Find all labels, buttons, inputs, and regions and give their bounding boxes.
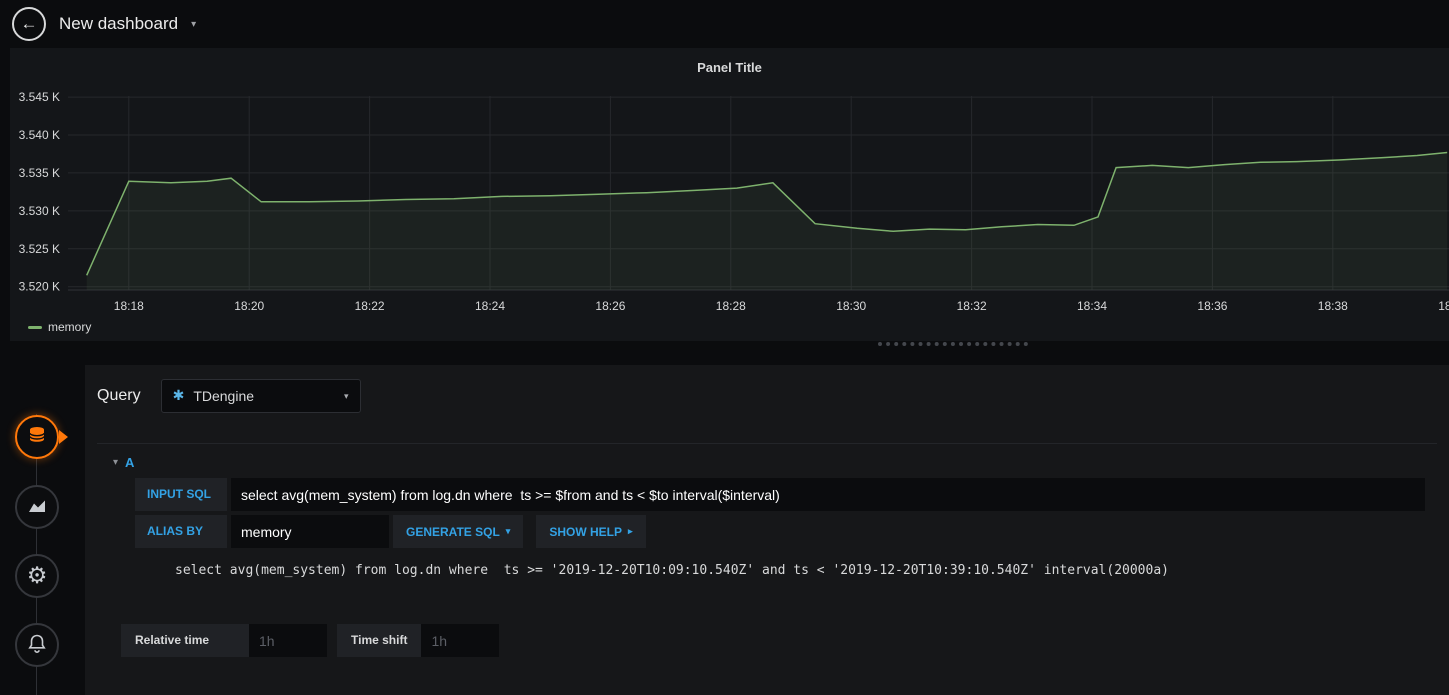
x-axis-tick-label: 18:32 — [957, 299, 987, 313]
time-shift-label: Time shift — [337, 624, 422, 657]
x-axis-tick-label: 18:20 — [234, 299, 264, 313]
input-sql-label: INPUT SQL — [135, 478, 227, 511]
collapse-caret-icon[interactable]: ▾ — [113, 457, 118, 468]
datasource-name: TDengine — [193, 388, 255, 404]
y-axis-tick-label: 3.535 K — [19, 166, 60, 180]
chevron-down-icon: ▾ — [344, 390, 349, 401]
x-axis-tick-label: 18:36 — [1197, 299, 1227, 313]
time-options-row: Relative time Time shift — [121, 624, 1437, 657]
bell-icon — [25, 632, 49, 659]
generate-sql-button[interactable]: GENERATE SQL ▾ — [393, 515, 524, 548]
show-help-label: SHOW HELP — [549, 524, 622, 539]
legend-item-memory[interactable]: memory — [48, 320, 91, 334]
active-tab-arrow-icon — [59, 430, 68, 444]
top-navbar: ← New dashboard ▾ — [0, 0, 1449, 48]
alias-by-label: ALIAS BY — [135, 515, 227, 548]
y-axis-tick-label: 3.540 K — [19, 128, 60, 142]
generate-sql-label: GENERATE SQL — [406, 524, 500, 539]
time-series-chart: 3.545 K 3.540 K 3.535 K 3.530 K 3.525 K 3.520… — [10, 88, 1449, 318]
x-axis-tick-label: 18:28 — [716, 299, 746, 313]
x-axis-tick-label: 18:34 — [1077, 299, 1107, 313]
legend: memory — [28, 320, 91, 334]
x-axis-tick-label: 18:40 — [1438, 299, 1449, 313]
y-axis-tick-label: 3.545 K — [19, 90, 60, 104]
tab-general[interactable]: ⚙ — [15, 554, 59, 598]
alias-by-field[interactable] — [231, 515, 389, 548]
chevron-right-icon: ▸ — [628, 526, 633, 536]
query-ref-id[interactable]: A — [125, 455, 134, 470]
relative-time-field[interactable] — [249, 624, 327, 657]
dashboard-title[interactable]: New dashboard — [59, 14, 178, 34]
chevron-down-icon: ▾ — [505, 526, 511, 536]
y-axis-tick-label: 3.520 K — [19, 280, 60, 294]
x-axis-tick-label: 18:38 — [1318, 299, 1348, 313]
x-axis-tick-label: 18:18 — [114, 299, 144, 313]
query-header: Query ✱ TDengine ▾ — [97, 379, 1437, 413]
query-editor-pane: Query ✱ TDengine ▾ ▾ A INPUT SQL ALIAS B… — [85, 365, 1449, 695]
back-button[interactable]: ← — [12, 7, 46, 41]
panel-title[interactable]: Panel Title — [10, 48, 1449, 75]
panel-resize-handle[interactable] — [878, 342, 1028, 346]
x-axis-tick-label: 18:30 — [836, 299, 866, 313]
alias-by-row: ALIAS BY GENERATE SQL ▾ SHOW HELP ▸ — [135, 515, 1425, 548]
input-sql-row: INPUT SQL — [135, 478, 1425, 511]
datasource-picker[interactable]: ✱ TDengine ▾ — [160, 379, 361, 413]
time-shift-field[interactable] — [421, 624, 500, 657]
graph-panel: Panel Title 3.545 K 3.540 K 3.535 K 3.530 K… — [10, 48, 1449, 341]
x-axis-tick-label: 18:26 — [595, 299, 625, 313]
chart-icon — [25, 494, 49, 521]
database-icon — [25, 424, 49, 451]
tab-alert[interactable] — [15, 623, 59, 667]
x-axis-tick-label: 18:22 — [355, 299, 385, 313]
show-help-button[interactable]: SHOW HELP ▸ — [536, 515, 646, 548]
legend-series-swatch — [28, 325, 42, 329]
tdengine-logo-icon: ✱ — [172, 388, 185, 404]
gear-icon: ⚙ — [26, 562, 48, 589]
relative-time-label: Relative time — [121, 624, 249, 657]
query-section-title: Query — [97, 387, 141, 404]
query-form: INPUT SQL ALIAS BY GENERATE SQL ▾ SHOW H… — [135, 478, 1425, 578]
editor-tabbar: ⚙ — [0, 348, 85, 695]
tab-visualization[interactable] — [15, 485, 59, 529]
y-axis-tick-label: 3.530 K — [19, 204, 60, 218]
generated-sql-text: select avg(mem_system) from log.dn where… — [175, 563, 1169, 578]
input-sql-field[interactable] — [231, 478, 1425, 511]
x-axis-tick-label: 18:24 — [475, 299, 505, 313]
tab-queries[interactable] — [15, 415, 59, 459]
query-row-header[interactable]: ▾ A — [97, 443, 1437, 470]
y-axis-tick-label: 3.525 K — [19, 242, 60, 256]
back-arrow-icon: ← — [20, 14, 38, 33]
chevron-down-icon[interactable]: ▾ — [191, 19, 196, 30]
